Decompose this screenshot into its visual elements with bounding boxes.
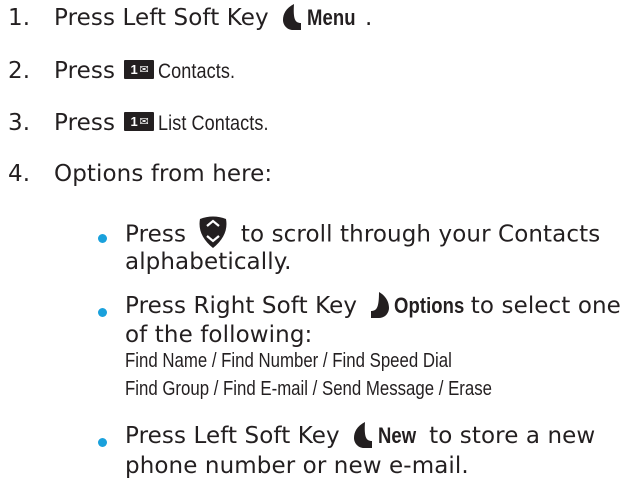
step-text: Press Left Soft Key (54, 5, 269, 31)
left-soft-key-icon (283, 3, 302, 30)
bullet-dot (98, 234, 107, 243)
bullet-text: Press (125, 221, 187, 248)
left-soft-key-icon (354, 421, 373, 448)
bullet-1-line-2: alphabetically. (125, 249, 292, 275)
bullet-3-line-2: phone number or new e-mail. (125, 453, 469, 479)
menu-key-label: Menu (307, 5, 356, 30)
step-text: Press (54, 110, 116, 136)
bullet-text: to select one (470, 293, 621, 319)
bullet-2-line-2: of the following: (125, 322, 313, 348)
step-punct: . (364, 5, 373, 31)
options-list-line-1: Find Name / Find Number / Find Speed Dia… (125, 350, 452, 372)
bullet-text: Press Right Soft Key (125, 293, 358, 319)
keypad-1-icon: 1 ✉ (124, 112, 155, 131)
options-list-line-2: Find Group / Find E-mail / Send Message … (125, 378, 492, 400)
bullet-text: Press Left Soft Key (125, 423, 340, 449)
instructions-page: 1. Press Left Soft Key Menu. 2. Press 1 ✉… (0, 0, 635, 493)
bullet-2-line-1: Press Right Soft Key Options to select o… (125, 291, 621, 321)
keypad-1-icon: 1 ✉ (124, 60, 155, 79)
right-soft-key-icon (370, 291, 389, 318)
step-number: 2. (8, 58, 31, 84)
step-number: 4. (8, 161, 31, 187)
navigation-key-icon (199, 216, 227, 248)
step-number: 3. (8, 110, 31, 136)
step-text: Options from here: (54, 161, 273, 187)
contacts-label: Contacts. (158, 60, 236, 83)
bullet-dot (98, 438, 107, 447)
options-key-label: Options (393, 293, 464, 318)
bullet-text: to store a new (429, 423, 596, 449)
bullet-1-line-1: Press to scroll through your Contacts (125, 216, 601, 252)
bullet-text: to scroll through your Contacts (240, 221, 601, 248)
bullet-3-line-1: Press Left Soft Key New to store a new (125, 421, 596, 451)
step-text: Press (54, 58, 116, 84)
bullet-dot (98, 308, 107, 317)
list-contacts-label: List Contacts. (158, 112, 270, 135)
new-key-label: New (378, 423, 417, 448)
step-number: 1. (8, 5, 31, 31)
